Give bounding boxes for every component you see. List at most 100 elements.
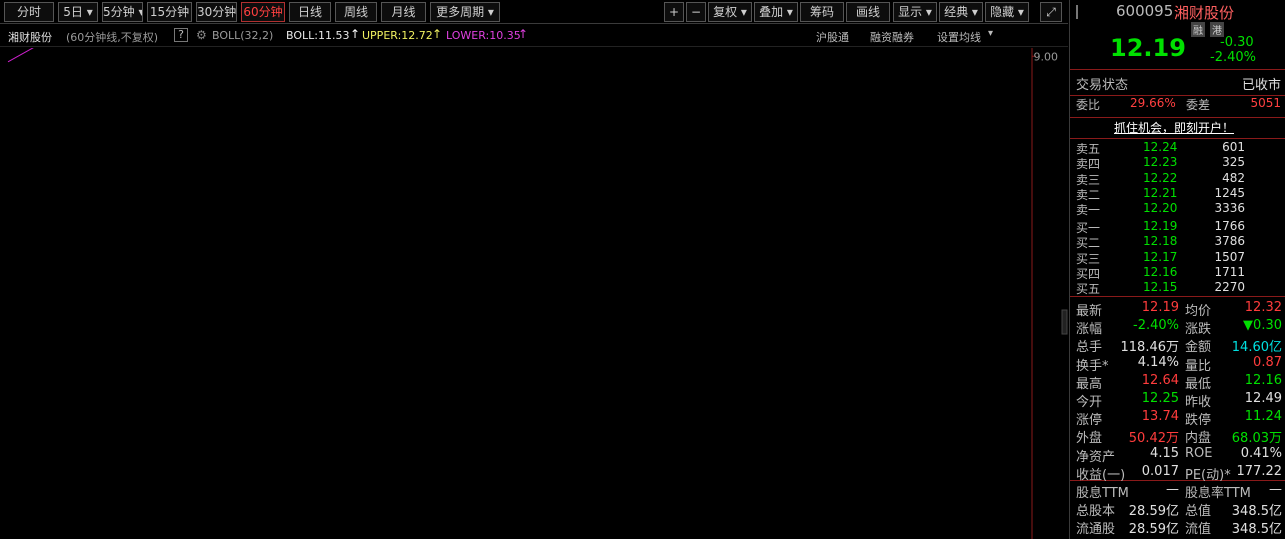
period-tab-1[interactable]: 5日 ▾ (58, 2, 98, 22)
ask-volume: 482 (1222, 170, 1245, 185)
ask-label: 卖一 (1076, 203, 1101, 218)
weibi-value: 29.66% (1130, 96, 1176, 110)
help-icon[interactable]: ? (174, 28, 188, 42)
bid-price: 12.16 (1143, 264, 1178, 279)
period-tab-4[interactable]: 30分钟 (196, 2, 237, 22)
period-tab-7[interactable]: 周线 (335, 2, 377, 22)
period-tab-3[interactable]: 15分钟 (147, 2, 192, 22)
stock-code: 600095 (1116, 2, 1174, 20)
stat-value: — (1269, 482, 1282, 497)
kline-chart[interactable]: 12.5012.0011.5011.0010.5010.009.509.0012… (0, 48, 1068, 539)
stat-value: — (1166, 482, 1179, 497)
arrow-up-icon: ↑ (518, 27, 529, 41)
chevron-down-icon[interactable]: ▾ (988, 28, 993, 39)
link-margin[interactable]: 融资融券 (870, 29, 914, 45)
ask-volume: 1245 (1214, 185, 1245, 200)
period-tab-8[interactable]: 月线 (381, 2, 426, 22)
bid-price: 12.19 (1143, 219, 1178, 233)
period-description: (60分钟线,不复权) (66, 31, 159, 44)
stat-value: 13.74 (1141, 409, 1179, 425)
stat-label: 金额 (1185, 340, 1212, 356)
link-ma-settings[interactable]: 设置均线 (937, 29, 981, 45)
stat-label: 股息率TTM (1185, 486, 1251, 501)
link-hsgt[interactable]: 沪股通 (816, 29, 849, 45)
stat-value: 4.15 (1150, 445, 1179, 461)
ask-price: 12.23 (1143, 155, 1178, 170)
stat-value: 11.24 (1244, 409, 1282, 425)
bid-price: 12.18 (1143, 234, 1178, 249)
stat-value: 12.32 (1244, 300, 1282, 315)
last-price: 12.19 (1110, 34, 1186, 62)
period-toolbar: 分时 5日 ▾ 5分钟 ▾ 15分钟 30分钟 60分钟 日线 周线 月线 更多周期 ▾ + − 复权 … (0, 0, 1068, 24)
ask-price: 12.22 (1143, 170, 1178, 185)
period-tab-6[interactable]: 日线 (289, 2, 331, 22)
open-account-link[interactable]: 抓住机会，即刻开户！ (1114, 119, 1234, 136)
boll-value: BOLL:11.53 (286, 29, 350, 42)
stat-value: 28.59亿 (1128, 504, 1179, 520)
tag-margin: 融 (1191, 22, 1205, 37)
stat-label: 涨幅 (1076, 322, 1103, 338)
toolbar-button-1[interactable]: − (686, 2, 706, 22)
toolbar-button-7[interactable]: 经典 ▾ (939, 2, 983, 22)
stat-value: 50.42万 (1128, 431, 1179, 447)
weicha-value: 5051 (1250, 96, 1281, 110)
stat-value: 12.16 (1244, 372, 1282, 388)
toolbar-button-4[interactable]: 筹码 (800, 2, 844, 22)
y-tick-label: 9.00 (1034, 50, 1059, 63)
stat-value: 12.49 (1244, 391, 1282, 406)
toolbar-button-5[interactable]: 画线 (846, 2, 890, 22)
period-tab-9[interactable]: 更多周期 ▾ (430, 2, 500, 22)
toolbar-button-0[interactable]: + (664, 2, 684, 22)
ask-price: 12.20 (1143, 201, 1178, 216)
stat-value: 177.22 (1236, 463, 1283, 479)
stat-label: 总股本 (1076, 504, 1116, 520)
toolbar-button-8[interactable]: 隐藏 ▾ (985, 2, 1029, 22)
toolbar-button-6[interactable]: 显示 ▾ (893, 2, 937, 22)
toolbar-button-3[interactable]: 叠加 ▾ (754, 2, 798, 22)
stat-value: 12.25 (1141, 391, 1179, 406)
stat-label: 流值 (1185, 522, 1212, 538)
stat-label: PE(动)* (1185, 467, 1231, 483)
stat-value: 12.64 (1141, 372, 1179, 388)
menu-icon[interactable] (1076, 5, 1084, 19)
stock-name: 湘财股份 (1174, 4, 1235, 22)
stat-value: 348.5亿 (1231, 504, 1282, 520)
arrow-up-icon: ↑ (432, 27, 443, 41)
stat-label: 总手 (1076, 340, 1103, 356)
stat-label: 最高 (1076, 376, 1103, 392)
stat-value: 28.59亿 (1128, 522, 1179, 538)
stat-value: -2.40% (1133, 318, 1179, 334)
stat-label: 涨停 (1076, 413, 1103, 429)
period-tab-2[interactable]: 5分钟 ▾ (102, 2, 143, 22)
status-label: 交易状态 (1076, 78, 1129, 93)
bid-volume: 1711 (1214, 264, 1245, 279)
bid-volume: 2270 (1214, 280, 1245, 295)
bid-price: 12.17 (1143, 249, 1178, 264)
indicator-info-bar: 湘财股份 (60分钟线,不复权) ? ⚙ BOLL(32,2) BOLL:11.… (0, 25, 1068, 47)
period-tab-0[interactable]: 分时 (4, 2, 54, 22)
expand-icon[interactable]: ⤢ (1040, 2, 1062, 22)
bid-volume: 1766 (1214, 219, 1245, 233)
scroll-handle (1061, 309, 1068, 335)
toolbar-button-2[interactable]: 复权 ▾ (708, 2, 752, 22)
period-tab-5[interactable]: 60分钟 (241, 2, 285, 22)
settings-gear-icon[interactable]: ⚙ (196, 28, 207, 42)
price-change: -0.30 (1220, 35, 1254, 50)
stat-label: 内盘 (1185, 431, 1212, 447)
bid-label: 买五 (1076, 282, 1101, 297)
stat-label: 换手* (1076, 358, 1109, 374)
bid-volume: 1507 (1214, 249, 1245, 264)
stock-name-label: 湘财股份 (8, 31, 52, 44)
stat-label: 总值 (1185, 504, 1212, 520)
bid-volume: 3786 (1214, 234, 1245, 249)
stat-value: ▼0.30 (1243, 318, 1282, 334)
stat-label: 最低 (1185, 376, 1212, 392)
ask-volume: 3336 (1214, 201, 1245, 216)
lower-value: LOWER:10.35 (446, 29, 521, 42)
quote-panel: 600095 湘财股份融港 12.19 -0.30 -2.40% 交易状态 已收市 委比 29.… (1069, 0, 1285, 539)
panel-divider (1070, 69, 1285, 70)
stat-label: 外盘 (1076, 431, 1103, 447)
weicha-label: 委差 (1186, 98, 1211, 112)
upper-value: UPPER:12.72 (362, 29, 433, 42)
stat-value: 68.03万 (1231, 431, 1282, 447)
